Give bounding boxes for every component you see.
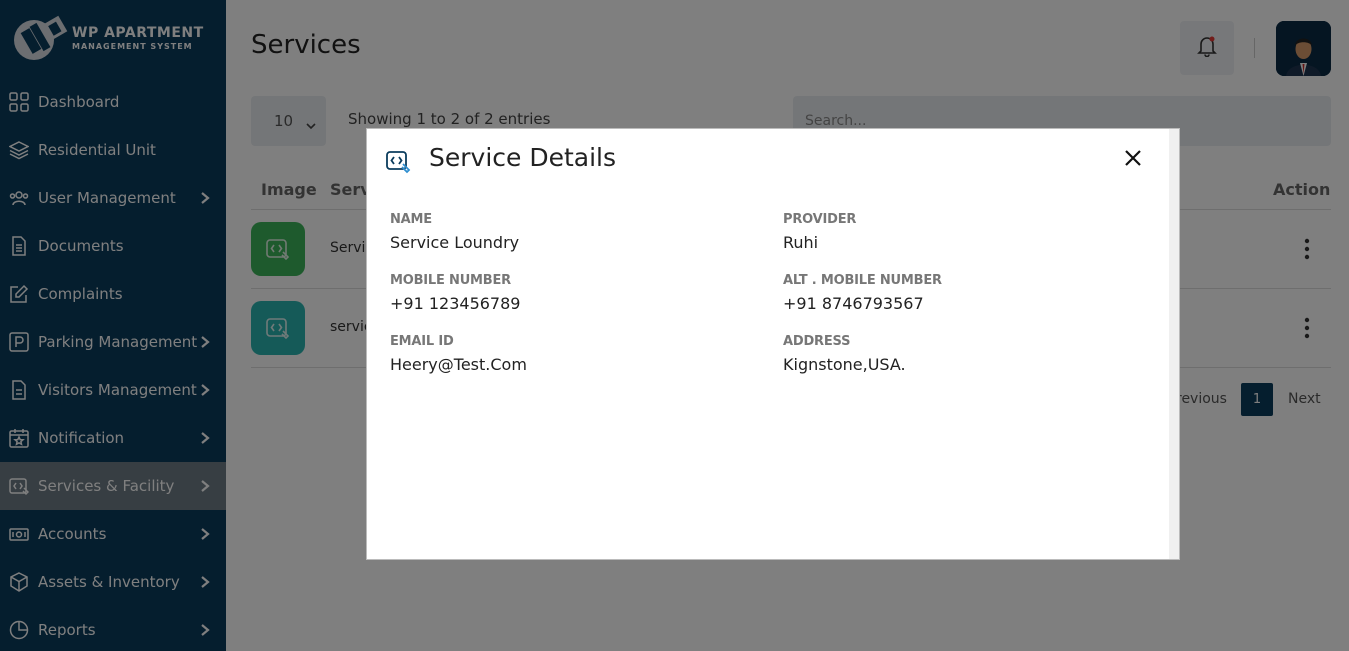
alt-mobile-number-value: +91 8746793567: [783, 294, 924, 313]
service-details-modal: Service Details NAME Service Loundry PRO…: [366, 128, 1180, 560]
email-label: EMAIL ID: [390, 334, 454, 349]
service-icon: [386, 148, 412, 174]
alt-mobile-number-label: ALT . MOBILE NUMBER: [783, 273, 942, 288]
modal-scrollbar[interactable]: [1169, 129, 1179, 559]
name-value: Service Loundry: [390, 233, 520, 252]
name-label: NAME: [390, 212, 432, 227]
close-icon[interactable]: [1124, 149, 1142, 167]
provider-value: Ruhi: [783, 233, 819, 252]
mobile-number-label: MOBILE NUMBER: [390, 273, 511, 288]
address-value: Kignstone,USA.: [783, 355, 906, 374]
modal-title: Service Details: [429, 143, 617, 172]
provider-label: PROVIDER: [783, 212, 857, 227]
email-value: Heery@Test.Com: [390, 355, 527, 374]
address-label: ADDRESS: [783, 334, 851, 349]
mobile-number-value: +91 123456789: [390, 294, 521, 313]
